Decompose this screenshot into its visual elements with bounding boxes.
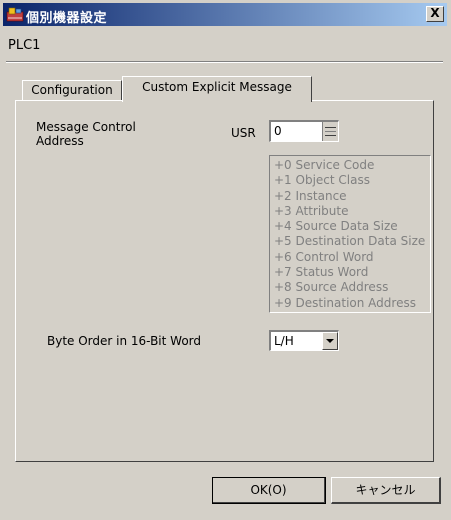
- list-item: +6 Control Word: [274, 249, 374, 264]
- cancel-button[interactable]: キャンセル: [331, 477, 441, 504]
- message-control-label-line1: Message Control: [36, 120, 136, 134]
- list-item: +2 Instance: [274, 188, 347, 203]
- window-title: 個別機器設定: [26, 11, 108, 26]
- separator: [6, 61, 443, 63]
- device-type-label: USR: [231, 126, 256, 140]
- list-item: +9 Destination Address: [274, 295, 416, 310]
- byte-order-value[interactable]: L/H: [274, 334, 294, 348]
- dropdown-button[interactable]: [322, 332, 338, 350]
- list-item: +3 Attribute: [274, 203, 349, 218]
- settings-app-icon: [6, 7, 24, 22]
- chevron-down-icon: [326, 339, 334, 343]
- list-item: +4 Source Data Size: [274, 219, 398, 234]
- spin-down-icon[interactable]: [325, 135, 336, 136]
- offset-description-list: +0 Service Code +1 Object Class +2 Insta…: [269, 155, 431, 313]
- title-bar[interactable]: 個別機器設定 X: [3, 3, 447, 26]
- address-spinbox[interactable]: 0: [269, 120, 339, 142]
- list-item: +1 Object Class: [274, 173, 370, 188]
- tab-custom-explicit-message[interactable]: Custom Explicit Message: [122, 76, 312, 102]
- list-item: +5 Destination Data Size: [274, 234, 426, 249]
- message-control-address-label: Message Control Address: [36, 120, 136, 148]
- byte-order-label: Byte Order in 16-Bit Word: [47, 334, 202, 348]
- device-settings-dialog: 個別機器設定 X PLC1 Configuration Custom Expli…: [0, 0, 451, 520]
- message-control-label-line2: Address: [36, 134, 84, 148]
- device-name: PLC1: [8, 38, 41, 53]
- tab-configuration[interactable]: Configuration: [22, 80, 122, 101]
- address-value[interactable]: 0: [274, 124, 282, 138]
- byte-order-select[interactable]: L/H: [269, 330, 339, 351]
- list-item: +8 Source Address: [274, 280, 389, 295]
- spin-divider: [325, 131, 336, 132]
- close-button[interactable]: X: [426, 6, 444, 22]
- list-item: +0 Service Code: [274, 158, 375, 172]
- ok-button[interactable]: OK(O): [212, 477, 326, 504]
- spin-up-icon[interactable]: [325, 127, 336, 128]
- spin-buttons[interactable]: [322, 122, 338, 141]
- list-item: +7 Status Word: [274, 265, 369, 280]
